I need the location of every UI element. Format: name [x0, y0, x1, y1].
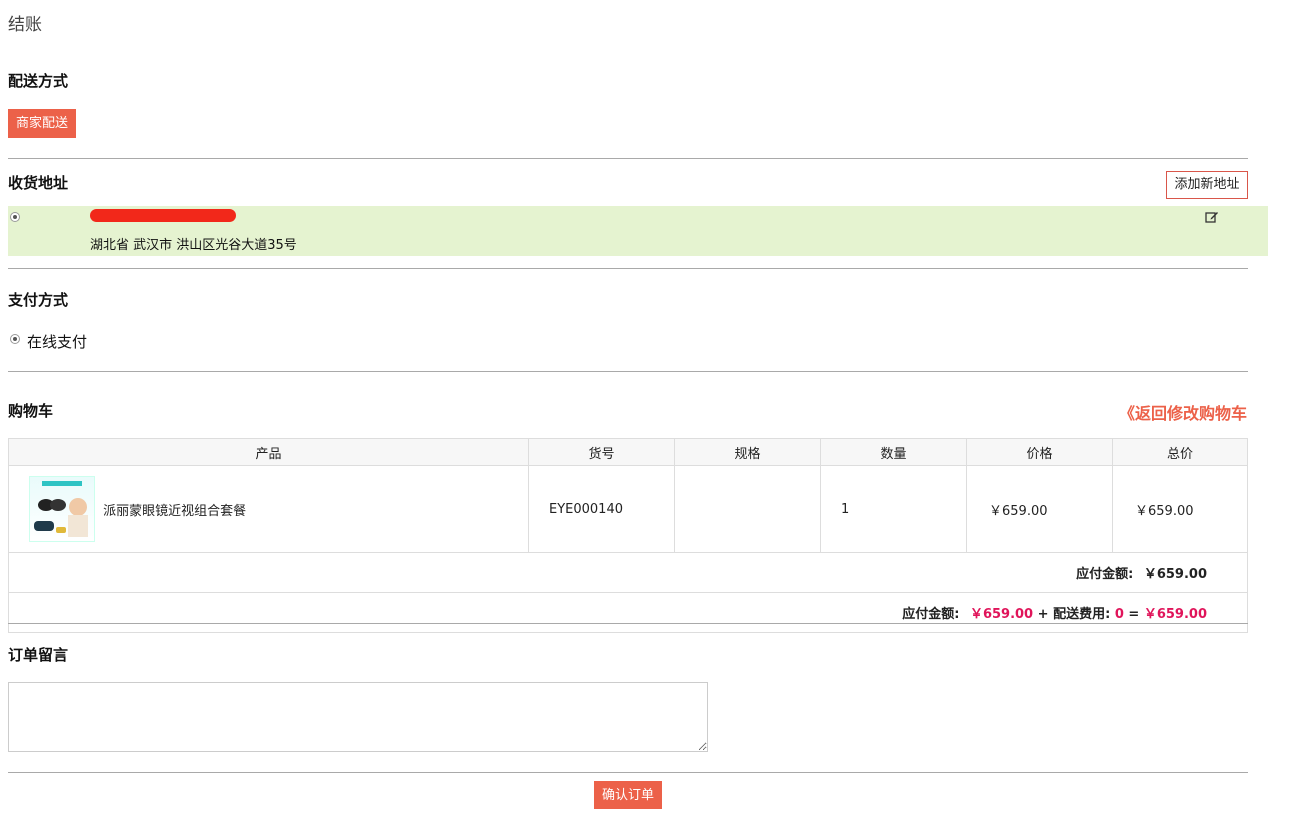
divider [8, 772, 1248, 773]
final-amount: ￥659.00 [969, 607, 1034, 622]
note-title: 订单留言 [8, 646, 69, 664]
cart-table: 产品 货号 规格 数量 价格 总价 派丽蒙眼镜近视组合套餐 EYE000140 … [8, 438, 1248, 633]
final-total-row: 应付金额: ￥659.00 + 配送费用: 0 = ￥659.00 [8, 592, 1248, 633]
plus-sign: + [1037, 607, 1049, 622]
subtotal-label: 应付金额: [1076, 567, 1134, 582]
edit-icon[interactable] [1205, 210, 1219, 224]
confirm-order-button[interactable]: 确认订单 [594, 781, 662, 809]
product-name[interactable]: 派丽蒙眼镜近视组合套餐 [103, 504, 246, 519]
redacted-contact-mark [90, 209, 236, 222]
shipping-title: 配送方式 [8, 72, 69, 90]
subtotal-value: ￥659.00 [1143, 567, 1207, 582]
payment-option-label[interactable]: 在线支付 [27, 331, 87, 352]
divider [8, 623, 1248, 624]
product-price: ￥659.00 [966, 465, 1113, 553]
shipping-method-button[interactable]: 商家配送 [8, 109, 76, 138]
address-radio[interactable] [10, 212, 20, 222]
add-address-button[interactable]: 添加新地址 [1166, 171, 1248, 199]
divider [8, 268, 1248, 269]
shipping-fee-value: 0 [1114, 607, 1124, 622]
product-sku: EYE000140 [528, 465, 675, 553]
payment-radio[interactable] [10, 334, 20, 344]
col-spec: 规格 [674, 438, 821, 466]
equals-sign: = [1128, 607, 1140, 622]
product-image[interactable] [29, 476, 95, 542]
subtotal-row: 应付金额: ￥659.00 [8, 552, 1248, 593]
order-note-input[interactable] [8, 682, 708, 752]
col-product: 产品 [8, 438, 529, 466]
col-total: 总价 [1112, 438, 1248, 466]
back-to-cart-link[interactable]: 《返回修改购物车 [1119, 400, 1247, 424]
address-line: 湖北省 武汉市 洪山区光谷大道35号 [90, 238, 297, 253]
product-qty: 1 [820, 465, 967, 553]
product-spec [674, 465, 821, 553]
address-title: 收货地址 [8, 174, 69, 192]
page-title: 结账 [8, 15, 42, 35]
col-price: 价格 [966, 438, 1113, 466]
shipping-fee-label: 配送费用: [1053, 607, 1111, 622]
product-total: ￥659.00 [1112, 465, 1248, 553]
divider [8, 371, 1248, 372]
payment-title: 支付方式 [8, 291, 69, 309]
table-row: 派丽蒙眼镜近视组合套餐 EYE000140 1 ￥659.00 ￥659.00 [8, 465, 1248, 553]
final-label: 应付金额: [902, 607, 960, 622]
col-qty: 数量 [820, 438, 967, 466]
col-sku: 货号 [528, 438, 675, 466]
divider [8, 158, 1248, 159]
cart-title: 购物车 [8, 402, 54, 420]
final-total: ￥659.00 [1143, 607, 1207, 622]
